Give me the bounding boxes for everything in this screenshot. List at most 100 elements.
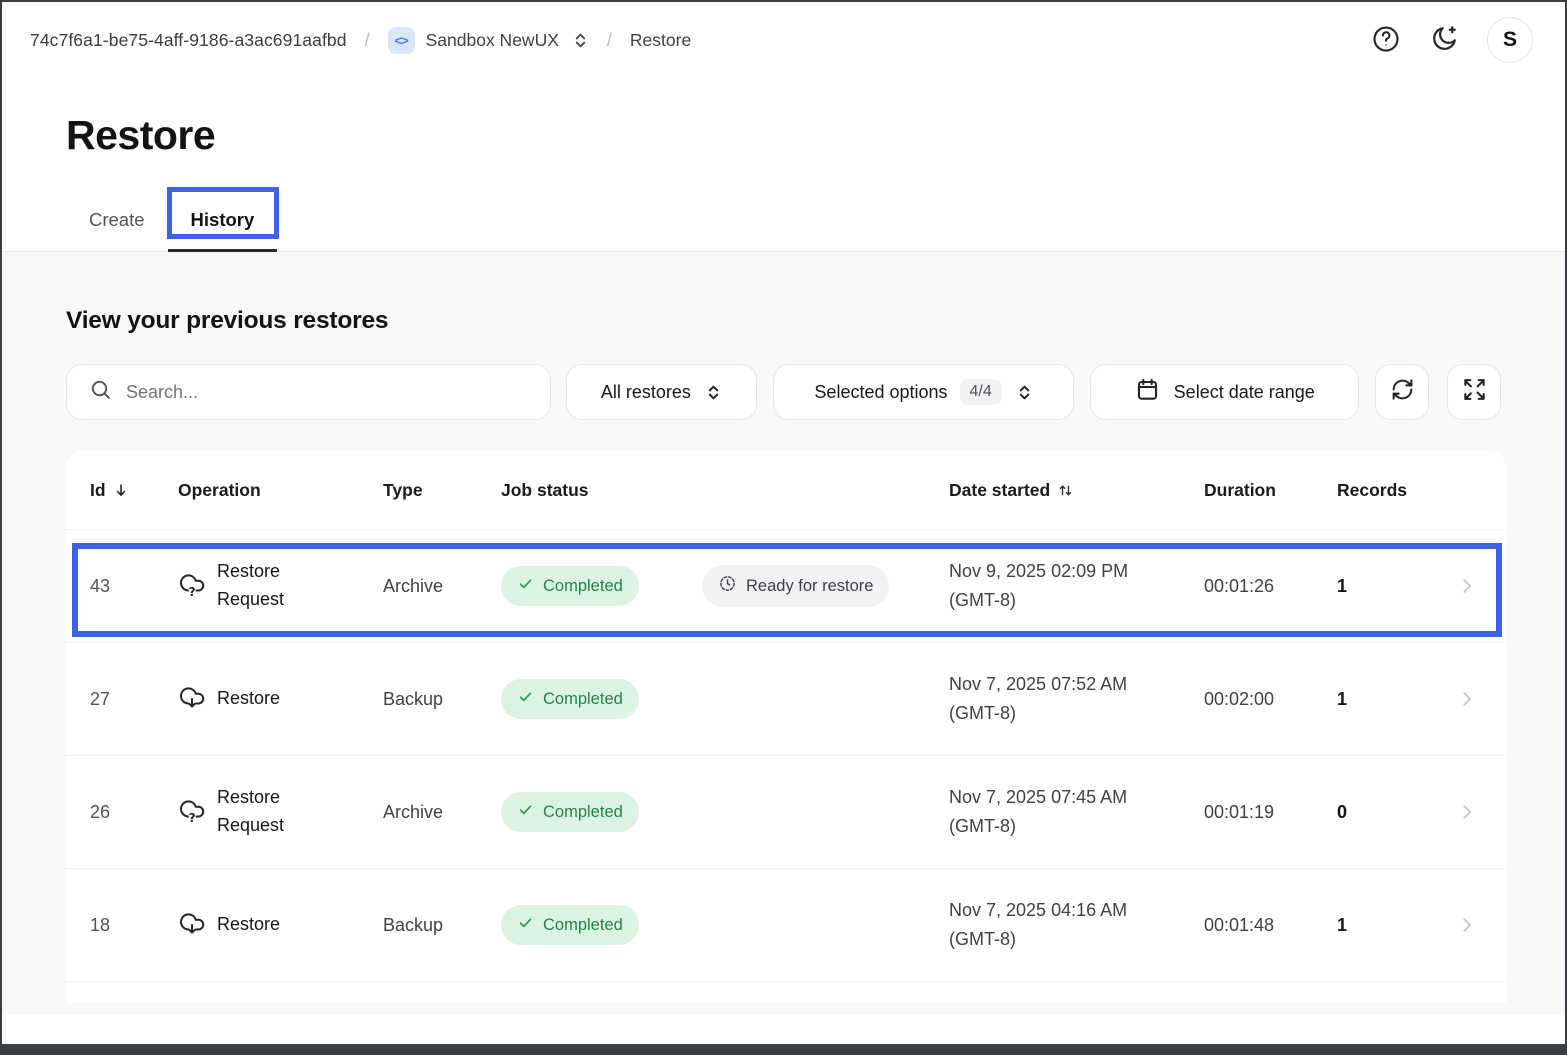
column-header-date-started[interactable]: Date started bbox=[949, 480, 1204, 501]
row-records: 1 bbox=[1337, 915, 1437, 936]
column-header-type[interactable]: Type bbox=[383, 480, 501, 501]
dark-mode-toggle[interactable] bbox=[1429, 24, 1459, 57]
table-row-18[interactable]: 18 Restore Backup Completed Nov 7, 2 bbox=[66, 868, 1506, 981]
check-icon bbox=[517, 914, 534, 936]
row-operation-label: Restore Request bbox=[217, 784, 313, 840]
chevron-up-down-icon bbox=[705, 384, 722, 401]
section-heading: View your previous restores bbox=[66, 252, 1501, 335]
options-count-badge: 4/4 bbox=[960, 379, 1002, 405]
row-operation: ? Restore Request bbox=[178, 784, 383, 840]
chevron-up-down-icon bbox=[1016, 384, 1033, 401]
breadcrumb-environment: Sandbox NewUX bbox=[426, 30, 559, 51]
app-window: 74c7f6a1-be75-4aff-9186-a3ac691aafbd / <… bbox=[0, 0, 1567, 1055]
row-id: 27 bbox=[90, 689, 178, 710]
job-status-badge: Completed bbox=[501, 566, 639, 606]
avatar-initial: S bbox=[1503, 28, 1517, 52]
calendar-icon bbox=[1135, 377, 1160, 407]
column-header-id[interactable]: Id bbox=[90, 480, 178, 501]
dark-mode-moon-icon bbox=[1429, 24, 1459, 57]
search-field[interactable] bbox=[66, 364, 551, 420]
breadcrumb-separator: / bbox=[607, 30, 612, 51]
cloud-download-icon bbox=[178, 908, 206, 942]
tab-create[interactable]: Create bbox=[66, 189, 168, 251]
job-status-badge: Completed bbox=[501, 905, 639, 945]
column-header-operation[interactable]: Operation bbox=[178, 480, 383, 501]
tab-history-label: History bbox=[191, 209, 255, 231]
job-status-badge: Completed bbox=[501, 792, 639, 832]
options-filter-label: Selected options bbox=[814, 382, 947, 403]
row-date-started: Nov 7, 2025 04:16 AM (GMT-8) bbox=[949, 896, 1204, 954]
column-header-duration[interactable]: Duration bbox=[1204, 480, 1337, 501]
chevron-right-icon[interactable] bbox=[1456, 801, 1482, 823]
breadcrumb: 74c7f6a1-be75-4aff-9186-a3ac691aafbd / <… bbox=[30, 27, 691, 54]
tab-bar: Create History bbox=[66, 189, 1501, 251]
restore-status-badge: Ready for restore bbox=[702, 565, 889, 607]
top-bar-actions: S bbox=[1371, 17, 1533, 63]
environment-switcher[interactable]: <> Sandbox NewUX bbox=[388, 27, 589, 54]
restores-filter-label: All restores bbox=[601, 382, 691, 403]
row-records: 1 bbox=[1337, 689, 1437, 710]
column-header-job-status[interactable]: Job status bbox=[501, 480, 702, 501]
page-header: Restore Create History bbox=[2, 112, 1565, 251]
column-header-records[interactable]: Records bbox=[1337, 480, 1437, 501]
row-records: 1 bbox=[1337, 576, 1437, 597]
expand-button[interactable] bbox=[1447, 364, 1501, 420]
breadcrumb-separator: / bbox=[365, 30, 370, 51]
table-row-43[interactable]: 43 ? Restore Request Archive Completed bbox=[66, 529, 1506, 642]
table-toolbar: All restores Selected options 4/4 Select… bbox=[66, 364, 1501, 420]
check-icon bbox=[517, 801, 534, 823]
row-id: 26 bbox=[90, 802, 178, 823]
search-input[interactable] bbox=[126, 382, 528, 403]
options-filter-dropdown[interactable]: Selected options 4/4 bbox=[773, 364, 1074, 420]
breadcrumb-page[interactable]: Restore bbox=[630, 30, 691, 51]
row-date-started: Nov 7, 2025 07:45 AM (GMT-8) bbox=[949, 783, 1204, 841]
search-icon bbox=[89, 378, 112, 406]
svg-text:?: ? bbox=[189, 811, 196, 824]
cloud-question-icon: ? bbox=[178, 795, 206, 829]
table-row-27[interactable]: 27 Restore Backup Completed Nov 7, 2 bbox=[66, 642, 1506, 755]
restores-table: Id Operation Type Job status Date starte… bbox=[66, 451, 1506, 1003]
restores-filter-dropdown[interactable]: All restores bbox=[566, 364, 757, 420]
row-date-started: Nov 7, 2025 07:52 AM (GMT-8) bbox=[949, 670, 1204, 728]
cloud-download-icon bbox=[178, 682, 206, 716]
top-bar: 74c7f6a1-be75-4aff-9186-a3ac691aafbd / <… bbox=[2, 2, 1565, 78]
check-icon bbox=[517, 688, 534, 710]
date-range-label: Select date range bbox=[1174, 382, 1315, 403]
row-type: Archive bbox=[383, 576, 501, 597]
row-operation: Restore bbox=[178, 908, 383, 942]
help-circle-icon bbox=[1371, 24, 1401, 57]
cloud-question-icon: ? bbox=[178, 569, 206, 603]
job-status-badge: Completed bbox=[501, 679, 639, 719]
row-duration: 00:01:19 bbox=[1204, 802, 1337, 823]
row-date-started: Nov 9, 2025 02:09 PM (GMT-8) bbox=[949, 557, 1204, 615]
breadcrumb-project-id[interactable]: 74c7f6a1-be75-4aff-9186-a3ac691aafbd bbox=[30, 30, 347, 51]
row-operation: ? Restore Request bbox=[178, 558, 383, 614]
table-row-partial bbox=[66, 981, 1506, 1003]
tab-create-label: Create bbox=[89, 209, 145, 231]
chevron-right-icon[interactable] bbox=[1456, 575, 1482, 597]
page-title: Restore bbox=[66, 112, 1501, 159]
chevron-right-icon[interactable] bbox=[1456, 914, 1482, 936]
clock-icon bbox=[718, 574, 737, 598]
tab-history[interactable]: History bbox=[168, 189, 278, 251]
window-bottom-edge bbox=[2, 1044, 1565, 1053]
chevron-right-icon[interactable] bbox=[1456, 688, 1482, 710]
table-row-26[interactable]: 26 ? Restore Request Archive Completed bbox=[66, 755, 1506, 868]
row-duration: 00:01:48 bbox=[1204, 915, 1337, 936]
row-type: Backup bbox=[383, 689, 501, 710]
row-records: 0 bbox=[1337, 802, 1437, 823]
row-type: Archive bbox=[383, 802, 501, 823]
row-operation: Restore bbox=[178, 682, 383, 716]
history-panel: View your previous restores All restores… bbox=[2, 252, 1565, 1015]
refresh-button[interactable] bbox=[1375, 364, 1429, 420]
table-header-row: Id Operation Type Job status Date starte… bbox=[66, 451, 1506, 529]
date-range-button[interactable]: Select date range bbox=[1090, 364, 1359, 420]
svg-text:?: ? bbox=[189, 585, 196, 598]
chevron-up-down-icon bbox=[572, 32, 589, 49]
user-avatar[interactable]: S bbox=[1487, 17, 1533, 63]
row-duration: 00:02:00 bbox=[1204, 689, 1337, 710]
help-button[interactable] bbox=[1371, 24, 1401, 57]
row-id: 43 bbox=[90, 576, 178, 597]
row-operation-label: Restore Request bbox=[217, 558, 313, 614]
row-id: 18 bbox=[90, 915, 178, 936]
